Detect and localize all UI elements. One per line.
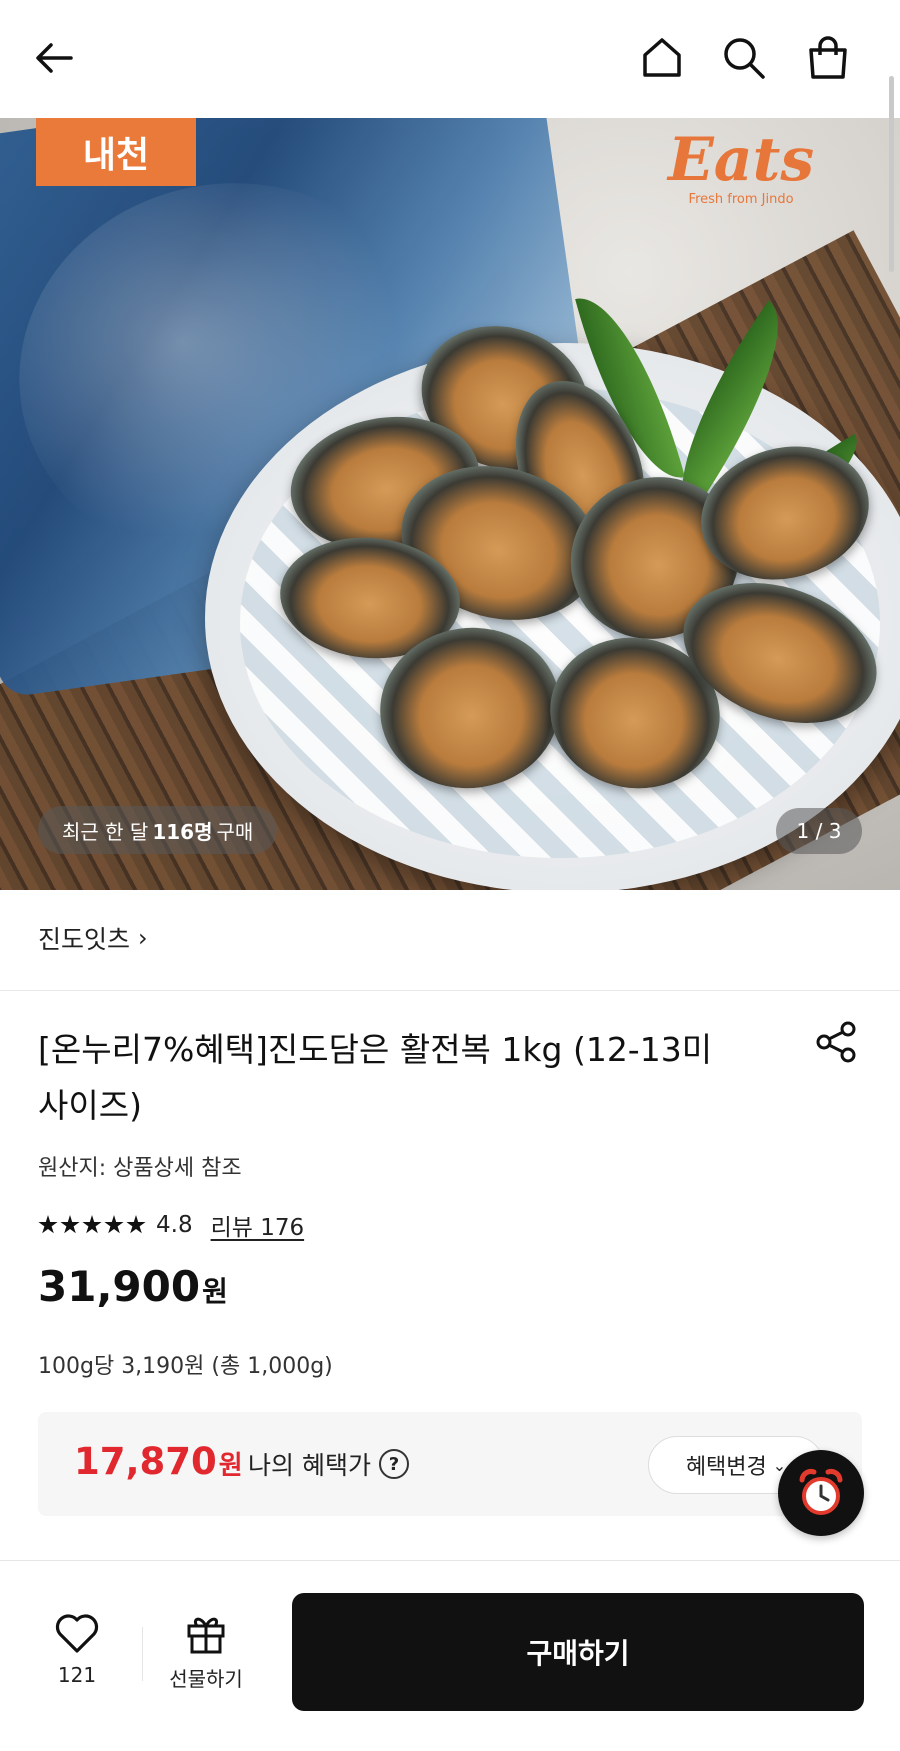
cart-button[interactable] xyxy=(800,30,856,86)
image-pager: 1 / 3 xyxy=(776,808,862,854)
divider xyxy=(0,990,900,991)
rating-stars xyxy=(38,1215,146,1235)
shopping-bag-icon xyxy=(809,36,847,79)
buy-button[interactable]: 구매하기 xyxy=(292,1593,864,1711)
gift-icon xyxy=(187,1617,225,1654)
share-icon xyxy=(816,1021,856,1063)
search-button[interactable] xyxy=(716,30,772,86)
price: 31,900 원 xyxy=(38,1262,228,1311)
logo-tagline: Fresh from Jindo xyxy=(688,192,794,207)
change-benefit-label: 혜택변경 xyxy=(685,1455,767,1480)
back-arrow-icon xyxy=(36,43,73,73)
star-icon xyxy=(104,1215,124,1234)
benefit-price: 17,870 원 xyxy=(74,1440,243,1483)
share-button[interactable] xyxy=(812,1018,860,1066)
wishlist-button[interactable]: 121 xyxy=(40,1611,114,1687)
product-title: [온누리7%혜택]진도담은 활전복 1kg (12-13미 사이즈) xyxy=(38,1030,713,1125)
brand-tag: 내천 xyxy=(36,118,196,186)
star-icon xyxy=(60,1215,80,1234)
seller-name: 진도잇츠 xyxy=(38,925,131,954)
alarm-button[interactable] xyxy=(778,1450,864,1536)
benefit-label-text: 나의 혜택가 xyxy=(248,1451,371,1480)
recent-prefix: 최근 한 달 xyxy=(62,819,149,844)
benefit-price-value: 17,870 xyxy=(74,1440,217,1483)
help-icon[interactable]: ? xyxy=(378,1449,409,1479)
rating-row: 4.8 리뷰 176 xyxy=(38,1208,304,1242)
search-icon xyxy=(724,38,765,79)
star-icon xyxy=(82,1215,102,1234)
gift-label: 선물하기 xyxy=(169,1667,243,1691)
seller-link[interactable]: 진도잇츠 › xyxy=(38,920,148,956)
back-button[interactable] xyxy=(26,30,82,86)
home-button[interactable] xyxy=(634,30,690,86)
divider xyxy=(142,1627,143,1681)
product-image-carousel[interactable]: 내천 Eats Fresh from Jindo 최근 한 달 116명 구매 … xyxy=(0,118,900,890)
eats-logo: Eats Fresh from Jindo xyxy=(668,130,814,207)
price-value: 31,900 xyxy=(38,1262,201,1311)
benefit-label: 나의 혜택가 ? xyxy=(248,1446,409,1482)
gift-button[interactable]: 선물하기 xyxy=(156,1611,256,1692)
recent-suffix: 구매 xyxy=(216,819,254,844)
top-header xyxy=(0,0,900,118)
recent-purchase-badge: 최근 한 달 116명 구매 xyxy=(38,806,278,854)
rating-value: 4.8 xyxy=(156,1212,193,1238)
star-icon xyxy=(38,1215,58,1234)
bottom-action-bar: 121 선물하기 구매하기 xyxy=(0,1560,900,1751)
origin-info: 원산지: 상품상세 참조 xyxy=(38,1156,242,1181)
logo-word: Eats xyxy=(668,125,815,195)
home-icon xyxy=(643,38,681,77)
recent-count: 116명 xyxy=(152,819,213,844)
review-link[interactable]: 리뷰 176 xyxy=(211,1208,305,1242)
unit-price: 100g당 3,190원 (총 1,000g) xyxy=(38,1354,333,1379)
price-unit: 원 xyxy=(202,1275,228,1308)
scrollbar[interactable] xyxy=(889,76,894,272)
benefit-box: 17,870 원 나의 혜택가 ? 혜택변경 ⌄ xyxy=(38,1412,862,1516)
alarm-clock-icon xyxy=(799,1469,843,1515)
wishlist-count: 121 xyxy=(57,1663,97,1687)
benefit-price-unit: 원 xyxy=(218,1451,243,1481)
chevron-right-icon: › xyxy=(138,924,148,952)
heart-icon xyxy=(55,1614,99,1653)
star-icon xyxy=(126,1215,146,1234)
